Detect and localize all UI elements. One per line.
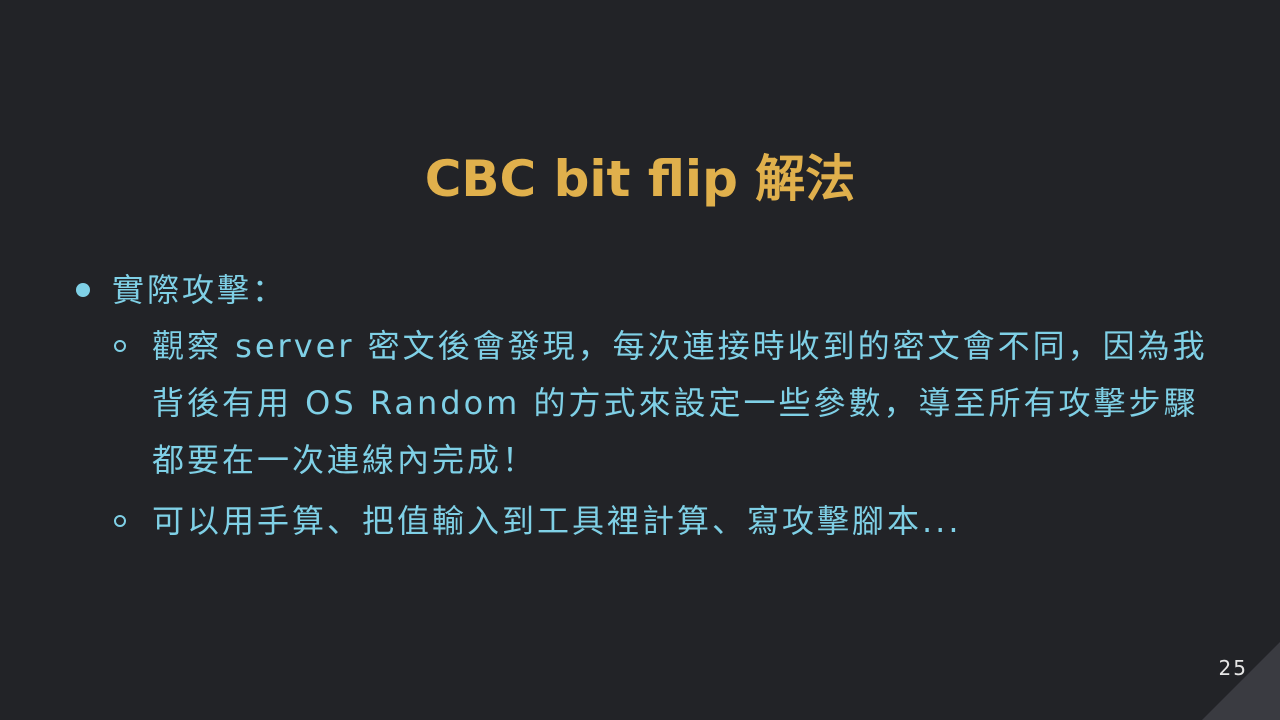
sub-bullet-list: 觀察 server 密文後會發現，每次連接時收到的密文會不同，因為我背後有用 O… xyxy=(70,318,1220,550)
sub-bullet-item: 觀察 server 密文後會發現，每次連接時收到的密文會不同，因為我背後有用 O… xyxy=(70,318,1220,489)
hollow-circle-bullet-icon xyxy=(114,515,126,527)
hollow-circle-bullet-icon xyxy=(114,340,126,352)
slide: CBC bit flip 解法 實際攻擊： 觀察 server 密文後會發現，每… xyxy=(0,0,1280,720)
bullet-text: 實際攻擊： xyxy=(112,271,288,309)
bullet-dot-icon xyxy=(76,283,90,297)
corner-triangle xyxy=(1202,642,1280,720)
sub-bullet-text: 觀察 server 密文後會發現，每次連接時收到的密文會不同，因為我背後有用 O… xyxy=(152,327,1208,479)
sub-bullet-text: 可以用手算、把值輸入到工具裡計算、寫攻擊腳本... xyxy=(152,502,962,540)
page-number: 25 xyxy=(1218,656,1248,680)
bullet-item: 實際攻擊： xyxy=(70,262,1220,318)
slide-title: CBC bit flip 解法 xyxy=(424,150,856,208)
slide-body: 實際攻擊： 觀察 server 密文後會發現，每次連接時收到的密文會不同，因為我… xyxy=(70,262,1220,550)
sub-bullet-item: 可以用手算、把值輸入到工具裡計算、寫攻擊腳本... xyxy=(70,493,1220,550)
